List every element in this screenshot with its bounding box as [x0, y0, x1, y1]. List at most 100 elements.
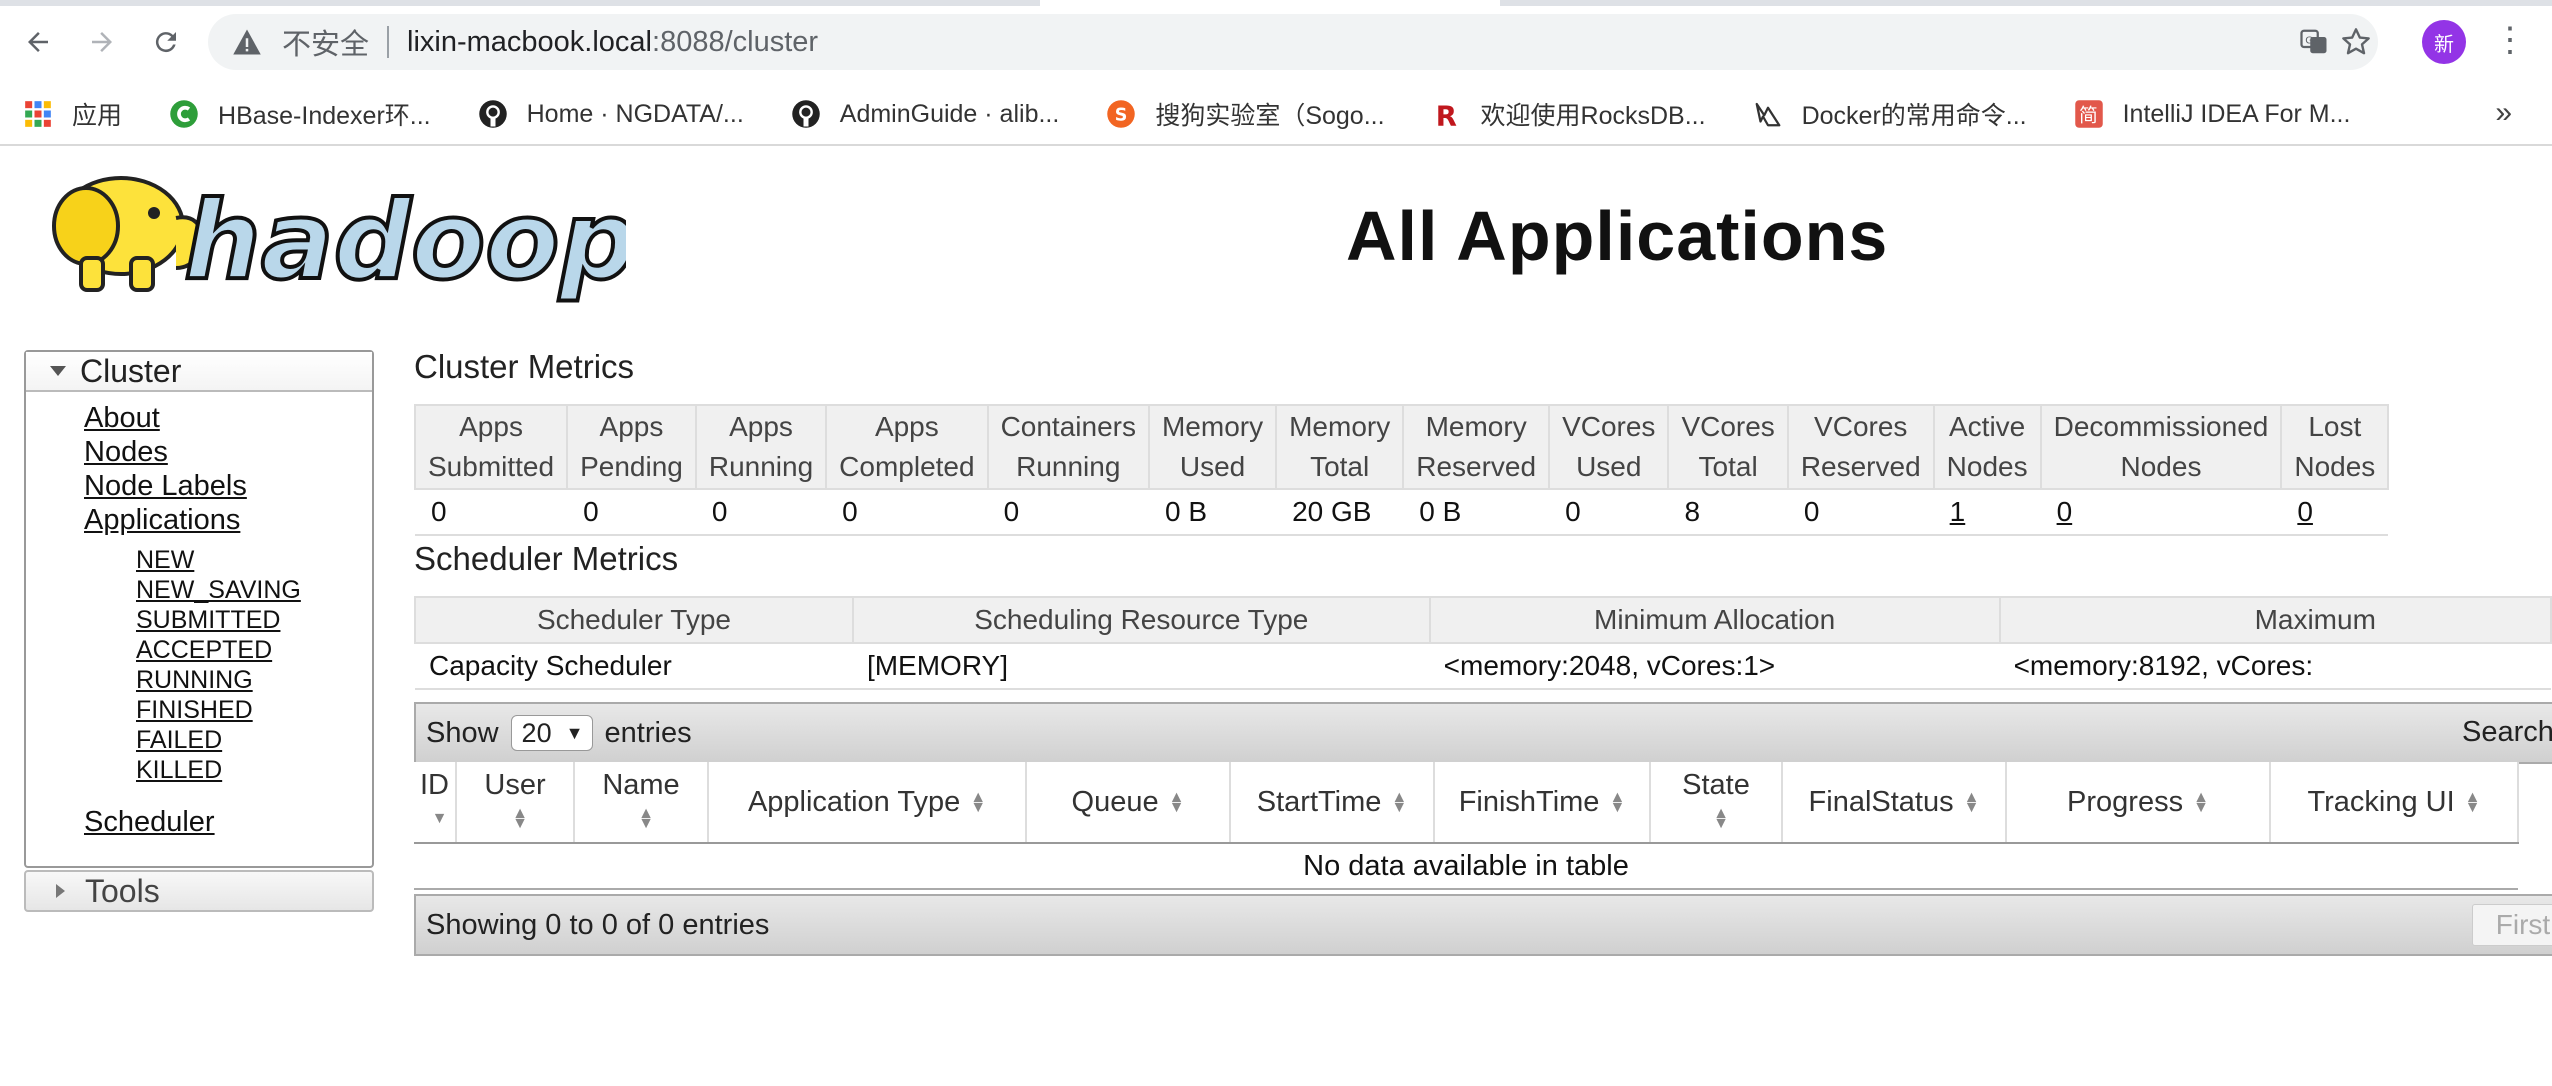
metric-header: VCores Reserved [1786, 404, 1935, 490]
warning-icon [230, 25, 264, 59]
cluster-header[interactable]: Cluster [26, 352, 372, 392]
sidebar-link-scheduler[interactable]: Scheduler [84, 806, 215, 839]
page-title: All Applications [1346, 197, 1889, 275]
bookmark-sogou[interactable]: S 搜狗实验室（Sogo... [1105, 96, 1385, 132]
column-header-queue[interactable]: Queue ▲ ▼ [1026, 762, 1231, 844]
decommissioned-nodes-link[interactable]: 0 [2057, 496, 2073, 527]
resource-type-header: Scheduling Resource Type [851, 596, 1431, 644]
svg-text:R: R [1435, 100, 1456, 129]
sidebar-state-new-saving[interactable]: NEW_SAVING [136, 576, 301, 605]
column-header-finishtime[interactable]: FinishTime ▲ ▼ [1434, 762, 1651, 844]
sort-desc-icon: ▼ [431, 810, 448, 828]
column-header-user[interactable]: User ▲ ▼ [456, 762, 575, 844]
browser-toolbar: 不安全 lixin-macbook.local:8088/cluster G 新… [0, 0, 2552, 84]
metric-memory-used: 0 B [1148, 489, 1277, 536]
sidebar-state-finished[interactable]: FINISHED [136, 696, 253, 725]
column-header-finalstatus[interactable]: FinalStatus ▲ ▼ [1782, 762, 2007, 844]
show-label: Show [426, 716, 499, 749]
column-header-name[interactable]: Name ▲ ▼ [574, 762, 709, 844]
scheduler-header-row: Scheduler Type Scheduling Resource Type … [414, 596, 2552, 644]
bookmark-star-icon[interactable] [2338, 24, 2374, 60]
metric-lost-nodes[interactable]: 0 [2281, 489, 2389, 536]
hadoop-wordmark: hadoop [184, 179, 626, 304]
cluster-metrics-table: Apps Submitted Apps Pending Apps Running Ap… [413, 404, 2390, 536]
min-allocation-value: <memory:2048, vCores:1> [1429, 643, 2000, 690]
sidebar-state-accepted[interactable]: ACCEPTED [136, 636, 272, 665]
entries-label: entries [604, 716, 692, 749]
active-nodes-link[interactable]: 1 [1950, 496, 1966, 527]
forward-button[interactable] [78, 18, 126, 66]
min-allocation-header: Minimum Allocation [1428, 596, 2001, 644]
tools-header[interactable]: Tools [24, 870, 374, 912]
metric-active-nodes[interactable]: 1 [1933, 489, 2041, 536]
sidebar-link-about[interactable]: About [84, 402, 160, 435]
back-button[interactable] [14, 18, 62, 66]
entries-select-value: 20 [521, 717, 552, 748]
browser-menu-icon[interactable]: ⋮ [2490, 22, 2530, 62]
sidebar-state-new[interactable]: NEW [136, 546, 194, 575]
sidebar-state-failed[interactable]: FAILED [136, 726, 222, 755]
reload-button[interactable] [142, 18, 190, 66]
url-path: :8088/cluster [652, 25, 819, 58]
metric-header: Memory Used [1147, 404, 1278, 490]
sidebar-link-nodes[interactable]: Nodes [84, 436, 168, 469]
github-icon [790, 98, 822, 130]
expand-triangle-icon [50, 366, 66, 376]
scheduler-type-value: Capacity Scheduler [415, 643, 853, 690]
bookmark-label: HBase-Indexer环... [218, 102, 431, 130]
url-host: lixin-macbook.local [407, 25, 653, 58]
column-header-application-type[interactable]: Application Type ▲ ▼ [708, 762, 1027, 844]
metric-vcores-total: 8 [1668, 489, 1788, 536]
metric-containers-running: 0 [987, 489, 1149, 536]
bookmark-label: Docker的常用命令... [1801, 102, 2027, 130]
insecure-label[interactable]: 不安全 [282, 21, 369, 63]
metric-apps-completed: 0 [826, 489, 988, 536]
metric-header: VCores Total [1667, 404, 1789, 490]
applications-header-row: ID ▼ User ▲ ▼ Name ▲ ▼ Application Type ▲ ▼ Que… [414, 762, 2519, 844]
sidebar-link-applications[interactable]: Applications [84, 504, 240, 537]
bookmark-docker[interactable]: Docker的常用命令... [1752, 96, 2027, 132]
search-label: Search [2462, 716, 2552, 748]
entries-select[interactable]: 20 ▼ [510, 715, 593, 751]
profile-avatar[interactable]: 新 [2422, 20, 2466, 64]
url-text[interactable]: lixin-macbook.local:8088/cluster [407, 26, 818, 59]
metric-decommissioned-nodes[interactable]: 0 [2040, 489, 2282, 536]
first-page-button[interactable]: First [2472, 904, 2552, 946]
metric-header: Apps Pending [566, 404, 697, 490]
sort-icon: ▲ ▼ [1713, 805, 1729, 833]
bookmark-rocksdb[interactable]: R 欢迎使用RocksDB... [1431, 96, 1706, 132]
scheduler-type-header: Scheduler Type [414, 596, 854, 644]
sidebar-state-killed[interactable]: KILLED [136, 756, 222, 785]
sort-icon: ▲ ▼ [638, 805, 654, 833]
metric-header: Memory Reserved [1402, 404, 1551, 490]
column-header-state[interactable]: State ▲ ▼ [1650, 762, 1783, 844]
sort-icon: ▲ ▼ [1168, 788, 1185, 816]
bookmark-ngdata[interactable]: Home · NGDATA/... [477, 98, 744, 130]
forward-arrow-icon [92, 32, 112, 52]
bookmark-adminguide[interactable]: AdminGuide · alib... [790, 98, 1059, 130]
more-bookmarks-button[interactable]: » [2495, 96, 2512, 130]
metric-header: Containers Running [986, 404, 1150, 490]
bookmark-intellij[interactable]: 简 IntelliJ IDEA For M... [2073, 98, 2350, 130]
column-header-starttime[interactable]: StartTime ▲ ▼ [1230, 762, 1435, 844]
address-bar[interactable]: 不安全 lixin-macbook.local:8088/cluster G [208, 14, 2378, 70]
bookmark-hbase-indexer[interactable]: HBase-Indexer环... [168, 96, 431, 132]
column-header-id[interactable]: ID ▼ [414, 762, 457, 844]
column-header-progress[interactable]: Progress ▲ ▼ [2006, 762, 2271, 844]
tab-strip [0, 0, 2552, 6]
translate-icon[interactable]: G [2296, 24, 2332, 60]
sort-icon: ▲ ▼ [2193, 788, 2209, 816]
github-icon [477, 98, 509, 130]
column-header-tracking-ui[interactable]: Tracking UI ▲ ▼ [2270, 762, 2519, 844]
collapsed-triangle-icon [56, 884, 65, 898]
sidebar-state-running[interactable]: RUNNING [136, 666, 253, 695]
metric-apps-pending: 0 [567, 489, 696, 536]
sidebar-link-node-labels[interactable]: Node Labels [84, 470, 247, 503]
bookmark-apps[interactable]: 应用 [22, 96, 122, 132]
metric-header: Apps Completed [825, 404, 989, 490]
metric-header: Decommissioned Nodes [2039, 404, 2283, 490]
sidebar-state-submitted[interactable]: SUBMITTED [136, 606, 280, 635]
lost-nodes-link[interactable]: 0 [2297, 496, 2313, 527]
scheduler-metrics-table: Scheduler Type Scheduling Resource Type … [414, 596, 2552, 690]
bookmark-label: 欢迎使用RocksDB... [1480, 102, 1706, 130]
